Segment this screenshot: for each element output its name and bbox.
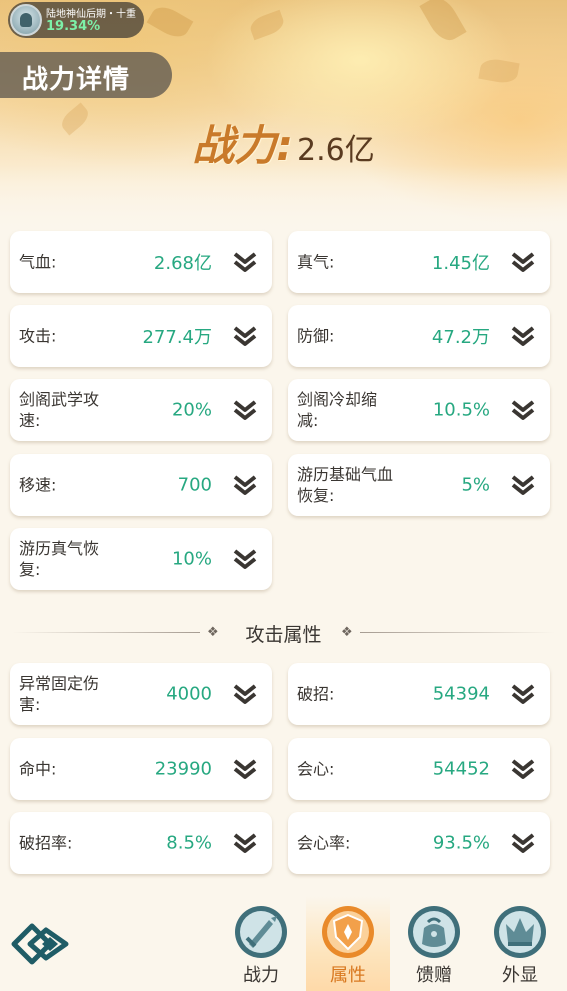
stat-value: 277.4万 — [142, 327, 212, 348]
tab-label: 馈赠 — [416, 965, 452, 986]
tab-label: 战力 — [243, 965, 279, 986]
stat-label: 会心率: — [297, 833, 351, 853]
tab-label: 外显 — [502, 965, 538, 986]
chevron-down-icon[interactable] — [232, 548, 258, 570]
chevron-down-icon[interactable] — [232, 683, 258, 705]
divider-line — [360, 632, 555, 633]
tab-label: 属性 — [330, 965, 366, 986]
stat-card[interactable]: 移速: 700 — [10, 454, 272, 516]
stat-label: 游历基础气血恢复: — [297, 465, 394, 505]
chevron-down-icon[interactable] — [510, 251, 536, 273]
stat-value: 23990 — [154, 758, 212, 780]
stat-value: 700 — [177, 474, 212, 496]
stat-label: 游历真气恢复: — [19, 539, 100, 579]
page-title-tab: 战力详情 — [0, 52, 172, 98]
tab-attributes[interactable]: 属性 — [313, 904, 383, 988]
stat-card[interactable]: 真气: 1.45亿 — [288, 231, 550, 293]
combat-power-label: 战力: — [192, 121, 294, 170]
chevron-down-icon[interactable] — [232, 758, 258, 780]
stat-card[interactable]: 异常固定伤害: 4000 — [10, 663, 272, 725]
stat-label: 破招: — [297, 684, 335, 704]
realm-badge: 陆地神仙后期・十重 19.34% — [8, 2, 144, 38]
chevron-down-icon[interactable] — [510, 325, 536, 347]
gift-bag-icon — [408, 906, 460, 958]
stat-label: 破招率: — [19, 833, 73, 853]
stat-card[interactable]: 剑阁冷却缩减: 10.5% — [288, 379, 550, 441]
chevron-down-icon[interactable] — [510, 832, 536, 854]
sword-icon — [235, 906, 287, 958]
stat-card[interactable]: 游历真气恢复: 10% — [10, 528, 272, 590]
back-icon[interactable] — [10, 922, 70, 966]
stat-label: 会心: — [297, 759, 335, 779]
stat-label: 气血: — [19, 252, 57, 272]
stat-value: 8.5% — [166, 832, 212, 854]
page-title: 战力详情 — [22, 65, 131, 95]
chevron-down-icon[interactable] — [232, 399, 258, 421]
chevron-down-icon[interactable] — [232, 832, 258, 854]
tab-gifts[interactable]: 馈赠 — [399, 904, 469, 988]
stat-card[interactable]: 气血: 2.68亿 — [10, 231, 272, 293]
stat-value: 54394 — [432, 683, 490, 705]
tab-combat-power[interactable]: 战力 — [226, 904, 296, 988]
stat-label: 真气: — [297, 252, 335, 272]
stat-label: 剑阁武学攻速: — [19, 390, 100, 430]
stat-value: 5% — [461, 474, 490, 496]
chevron-down-icon[interactable] — [510, 683, 536, 705]
stat-value: 93.5% — [432, 832, 490, 854]
stat-card[interactable]: 会心: 54452 — [288, 738, 550, 800]
stat-label: 命中: — [19, 759, 57, 779]
chevron-down-icon[interactable] — [510, 758, 536, 780]
shield-icon — [322, 906, 374, 958]
stat-card[interactable]: 破招: 54394 — [288, 663, 550, 725]
avatar — [10, 4, 42, 36]
chevron-down-icon[interactable] — [232, 474, 258, 496]
stat-value: 10.5% — [432, 399, 490, 421]
stat-label: 攻击: — [19, 326, 57, 346]
stat-card[interactable]: 游历基础气血恢复: 5% — [288, 454, 550, 516]
stat-label: 剑阁冷却缩减: — [297, 390, 378, 430]
stat-value: 47.2万 — [431, 327, 490, 348]
crown-icon — [494, 906, 546, 958]
stat-label: 异常固定伤害: — [19, 674, 100, 714]
tab-appearance[interactable]: 外显 — [485, 904, 555, 988]
stat-label: 防御: — [297, 326, 335, 346]
stat-card[interactable]: 防御: 47.2万 — [288, 305, 550, 367]
combat-power: 战力: 2.6亿 — [0, 112, 567, 173]
stat-value: 10% — [171, 548, 212, 570]
attack-section-header: ❖ 攻击属性 ❖ — [0, 618, 567, 648]
chevron-down-icon[interactable] — [232, 251, 258, 273]
stat-card[interactable]: 剑阁武学攻速: 20% — [10, 379, 272, 441]
section-title: 攻击属性 — [245, 624, 322, 646]
stat-value: 2.68亿 — [153, 253, 212, 274]
stat-value: 54452 — [432, 758, 490, 780]
chevron-down-icon[interactable] — [510, 474, 536, 496]
stat-card[interactable]: 命中: 23990 — [10, 738, 272, 800]
stat-value: 20% — [171, 399, 212, 421]
realm-label: 陆地神仙后期・十重 — [46, 9, 136, 20]
realm-progress: 19.34% — [46, 19, 101, 34]
combat-power-value: 2.6亿 — [297, 133, 375, 168]
stat-card[interactable]: 攻击: 277.4万 — [10, 305, 272, 367]
stat-card[interactable]: 会心率: 93.5% — [288, 812, 550, 874]
diamond-icon: ❖ — [341, 625, 353, 640]
stat-label: 移速: — [19, 475, 57, 495]
stat-value: 4000 — [166, 683, 212, 705]
chevron-down-icon[interactable] — [232, 325, 258, 347]
chevron-down-icon[interactable] — [510, 399, 536, 421]
stat-value: 1.45亿 — [431, 253, 490, 274]
stat-card[interactable]: 破招率: 8.5% — [10, 812, 272, 874]
